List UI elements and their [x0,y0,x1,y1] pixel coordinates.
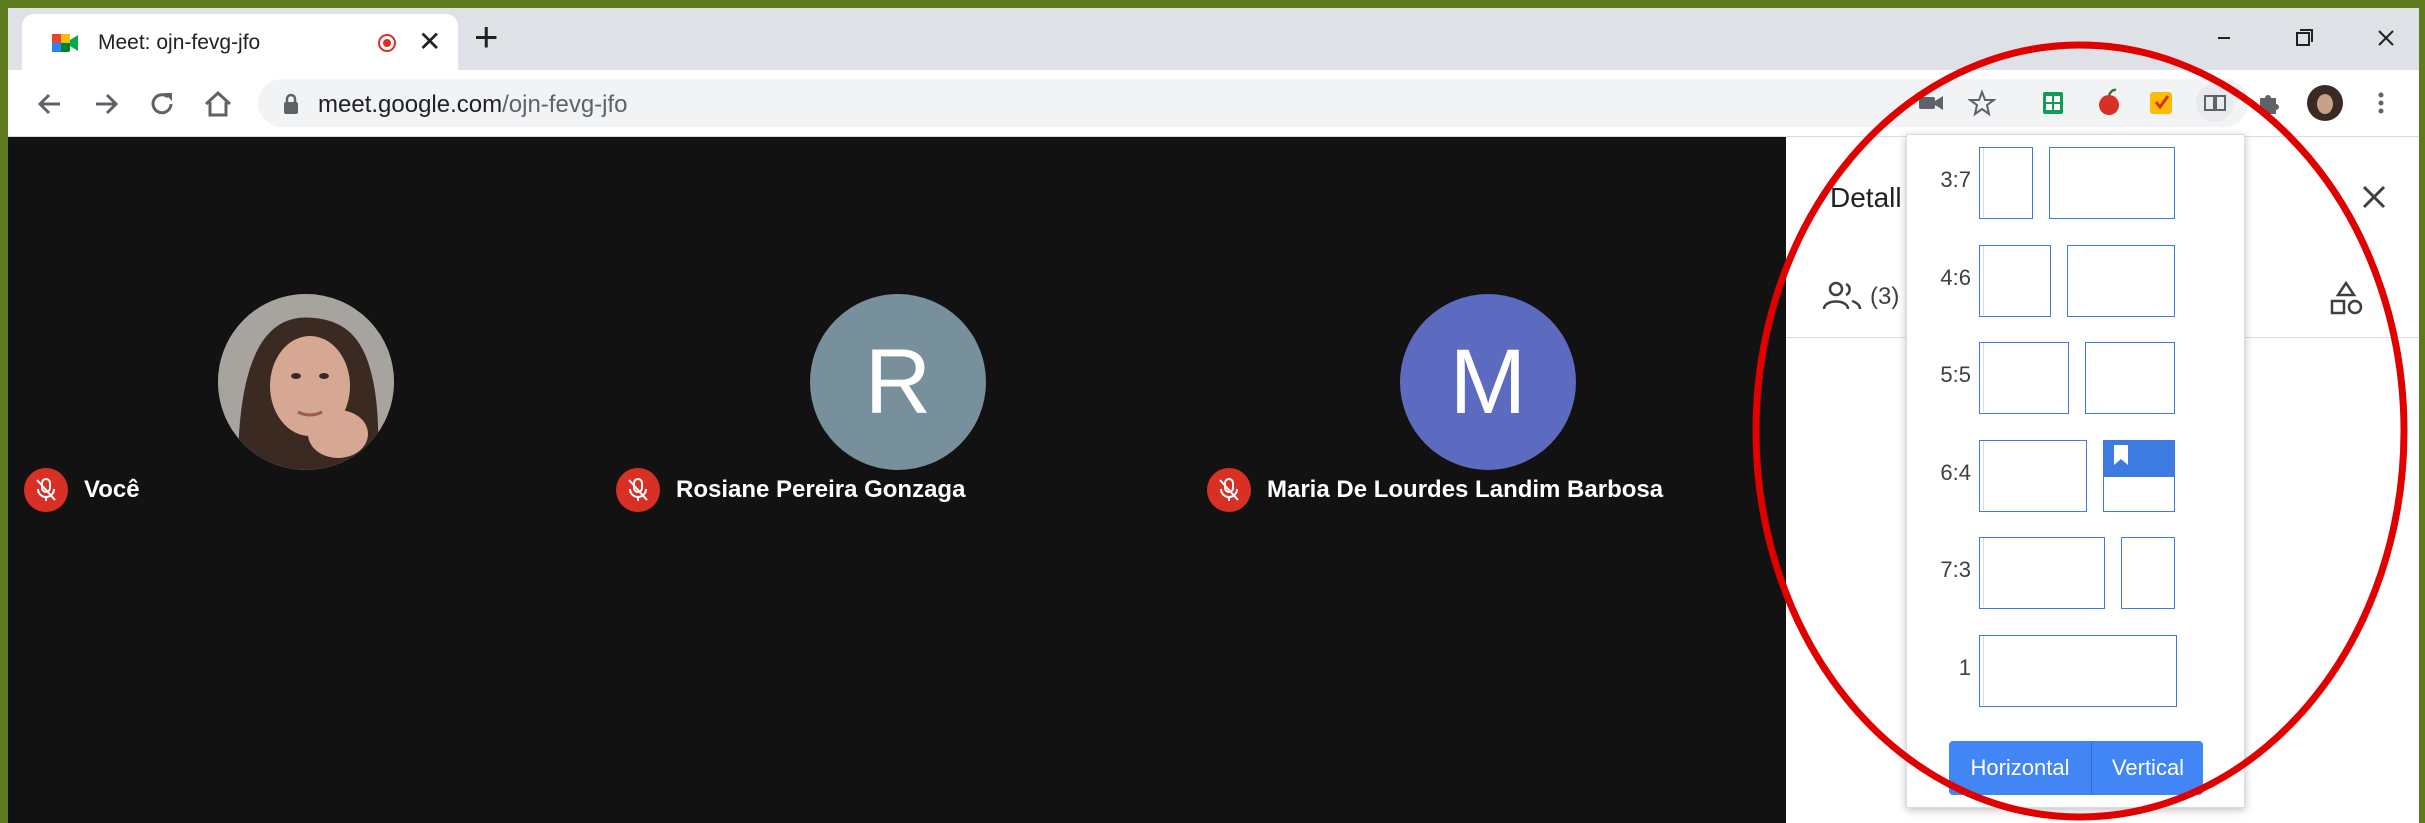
ratio-row-3-7[interactable]: 3:7 [1907,141,2244,223]
tab-meet[interactable]: Meet: ojn-fevg-jfo ✕ [22,14,458,70]
mic-off-icon [24,468,68,512]
url-path: /ojn-fevg-jfo [502,91,628,118]
ratio-label: 7:3 [1940,557,1971,582]
mic-off-icon [1207,468,1251,512]
bookmark-icon [2114,445,2128,465]
orientation-toggle: Horizontal Vertical [1949,741,2203,795]
ratio-label: 5:5 [1940,362,1971,387]
vertical-button[interactable]: Vertical [2092,741,2203,795]
restore-button[interactable] [2284,20,2324,56]
recording-indicator-icon [378,34,396,52]
split-screen-extension-icon[interactable] [2196,84,2234,122]
mic-off-icon [616,468,660,512]
participant-name: Você [84,476,140,503]
layout-pane-left[interactable] [1979,440,2087,512]
layout-pane-full[interactable] [1979,635,2177,707]
apple-extension-icon[interactable] [2090,84,2128,122]
minimize-button[interactable] [2204,20,2244,56]
participant-avatar-you[interactable] [218,294,394,470]
browser-toolbar: meet.google.com/ojn-fevg-jfo [8,70,2419,137]
sheets-extension-icon[interactable] [2034,84,2072,122]
tab-strip: Meet: ojn-fevg-jfo ✕ + [8,8,2419,70]
layout-pane-left[interactable] [1979,147,2033,219]
participant-label-maria: Maria De Lourdes Landim Barbosa [1207,466,1663,514]
participant-avatar-rosiane[interactable]: R [810,294,986,470]
horizontal-button[interactable]: Horizontal [1949,741,2092,795]
google-meet-icon [52,34,78,52]
camera-icon[interactable] [1918,91,1944,115]
panel-title: Detall [1830,182,1902,213]
ratio-label: 4:6 [1940,265,1971,290]
participant-label-you: Você [24,466,140,514]
participant-name: Rosiane Pereira Gonzaga [676,476,966,503]
tab-title: Meet: ojn-fevg-jfo [98,31,261,54]
layout-pane-left[interactable] [1979,245,2051,317]
home-icon[interactable] [200,86,236,122]
new-tab-button[interactable]: + [474,16,499,58]
reload-icon[interactable] [144,86,180,122]
participant-avatar-maria[interactable]: M [1400,294,1576,470]
people-count: (3) [1870,283,1900,310]
layout-pane-right[interactable] [2121,537,2175,609]
close-panel-icon[interactable] [2356,179,2392,215]
participant-name: Maria De Lourdes Landim Barbosa [1267,476,1664,503]
layout-pane-right[interactable] [2049,147,2175,219]
ratio-label: 1 [1958,655,1971,680]
video-grid: Você R Rosiane Pereira Gonzaga M Maria D… [8,137,1786,823]
forward-arrow-icon[interactable] [88,86,124,122]
ratio-row-1[interactable]: 1 [1907,629,2244,711]
url-text: meet.google.com/ojn-fevg-jfo [318,91,628,119]
layout-pane-right[interactable] [2067,245,2175,317]
layout-pane-right[interactable] [2085,342,2175,414]
ratio-row-7-3[interactable]: 7:3 [1907,531,2244,613]
more-menu-icon[interactable] [2362,84,2400,122]
layout-pane-left[interactable] [1979,537,2105,609]
ratio-row-4-6[interactable]: 4:6 [1907,239,2244,321]
close-window-button[interactable] [2366,20,2406,56]
shield-extension-icon[interactable] [2142,84,2180,122]
activities-shapes-icon[interactable] [2326,279,2366,319]
ratio-label: 6:4 [1940,460,1971,485]
address-bar[interactable]: meet.google.com/ojn-fevg-jfo [258,79,2248,127]
close-tab-icon[interactable]: ✕ [418,28,441,56]
bookmark-star-icon[interactable] [1968,89,1996,117]
people-icon[interactable] [1822,279,1862,313]
extensions-puzzle-icon[interactable] [2250,84,2288,122]
layout-pane-left[interactable] [1979,342,2069,414]
layout-pane-right-selected[interactable] [2103,440,2175,512]
participant-label-rosiane: Rosiane Pereira Gonzaga [616,466,965,514]
browser-window: Meet: ojn-fevg-jfo ✕ + meet.google.com/o… [8,8,2419,823]
split-screen-popup: 3:7 4:6 5:5 6:4 7:3 1 Horizontal Vertica… [1906,134,2245,808]
participant-photo [218,294,394,470]
profile-avatar[interactable] [2306,84,2344,122]
back-arrow-icon[interactable] [32,86,68,122]
ratio-row-6-4[interactable]: 6:4 [1907,434,2244,516]
lock-icon [284,93,298,114]
ratio-label: 3:7 [1940,167,1971,192]
ratio-row-5-5[interactable]: 5:5 [1907,336,2244,418]
url-host: meet.google.com [318,91,503,118]
